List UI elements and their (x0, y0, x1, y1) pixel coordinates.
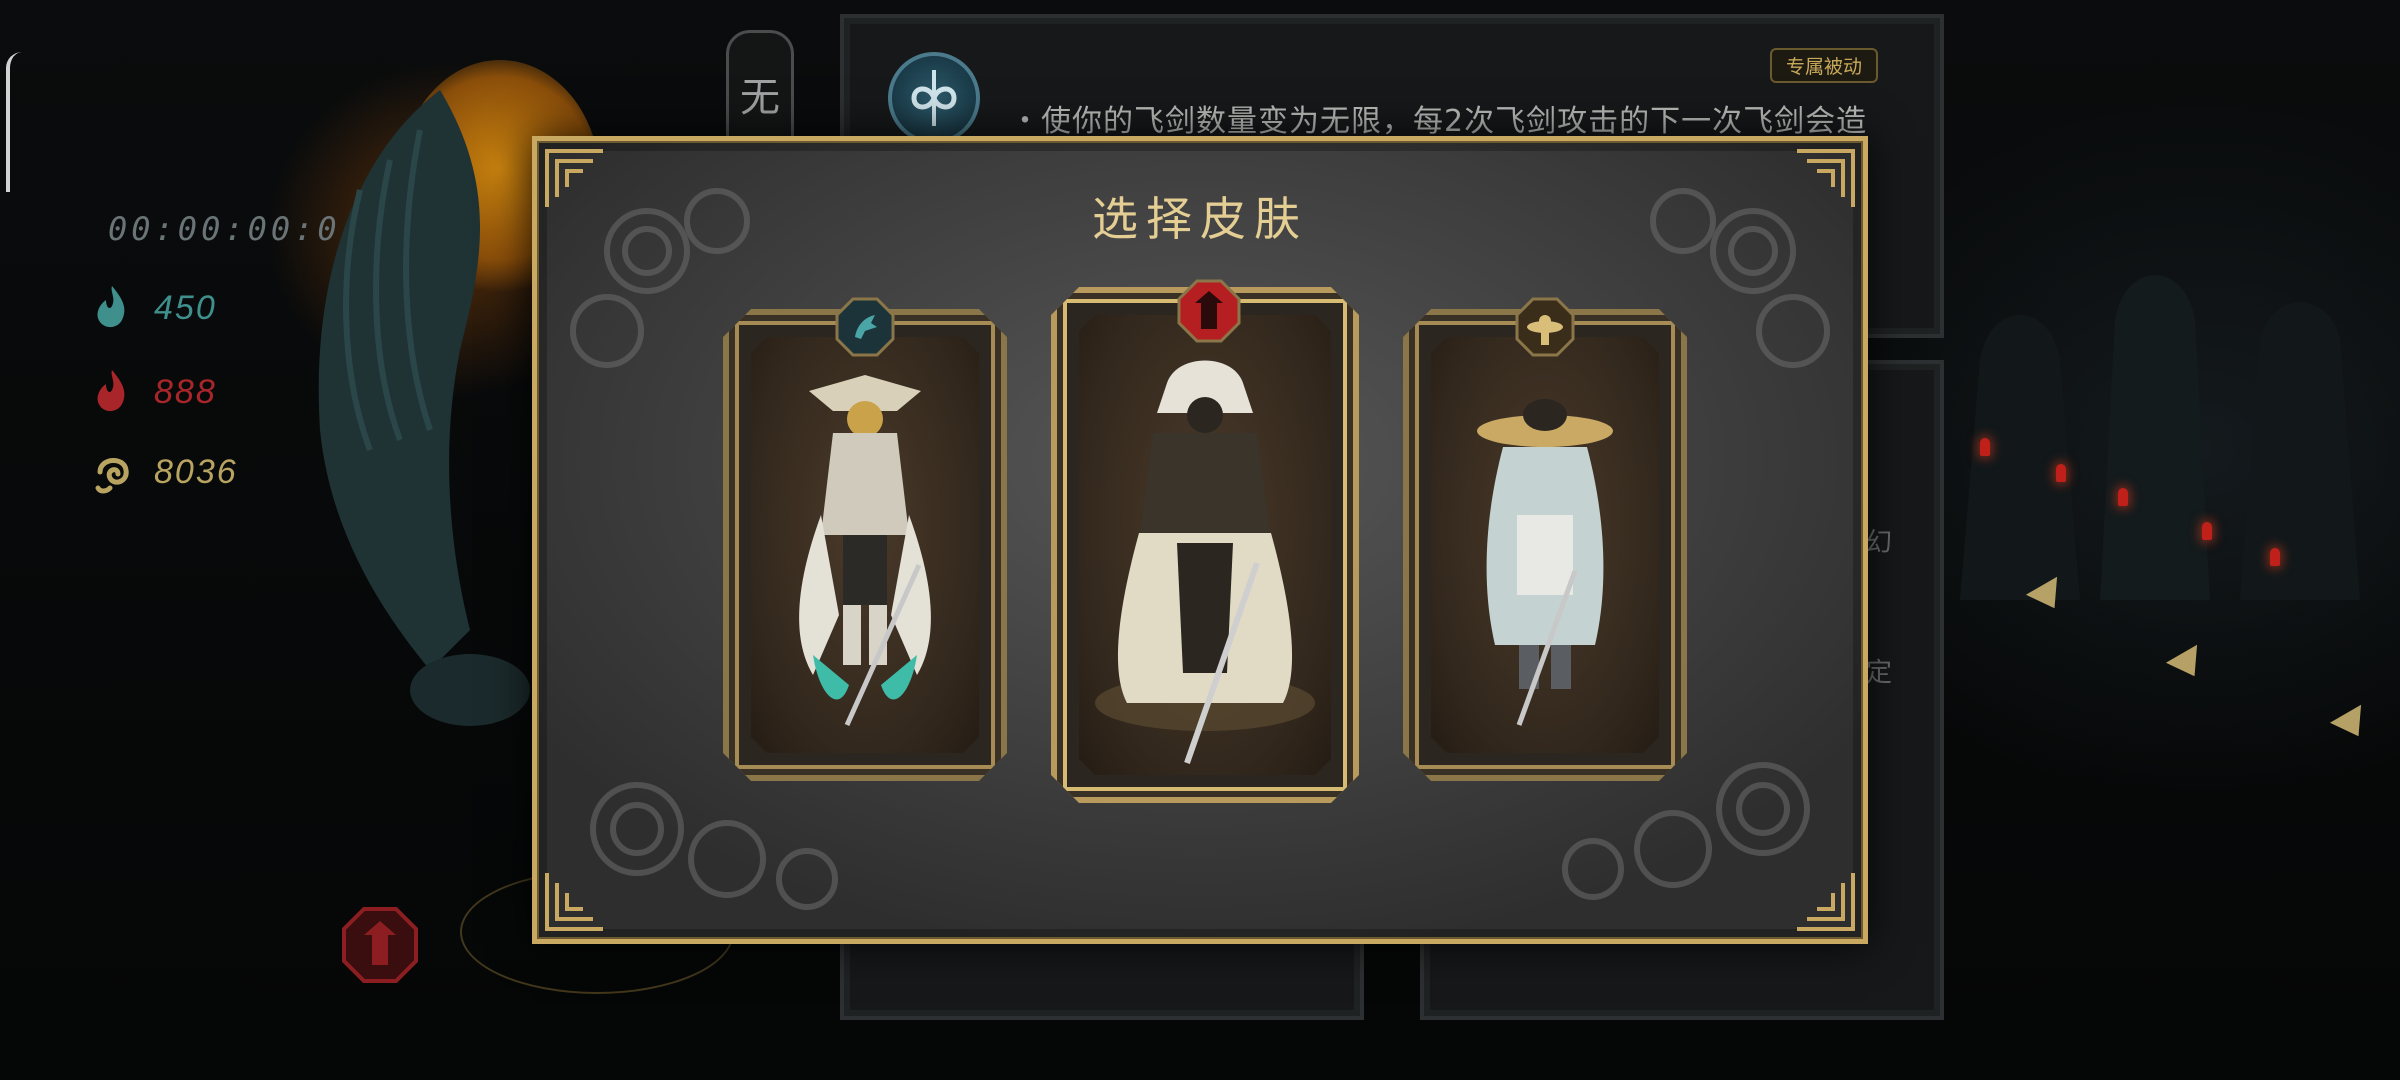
teal-flame-icon (97, 286, 125, 328)
candle-flame (2270, 548, 2280, 566)
corner-ornament (545, 873, 603, 931)
skin-card-straw-hat-wanderer[interactable] (1403, 309, 1687, 781)
red-crest-emblem-icon[interactable] (340, 905, 420, 985)
skin-card-feathered-knight[interactable] (723, 309, 1007, 781)
red-crest-emblem-icon (1177, 279, 1241, 343)
candle-flame (1980, 438, 1990, 456)
red-flame-icon (97, 370, 125, 412)
feathered-knight-figure (729, 315, 1001, 775)
gold-resource-value: 8036 (154, 452, 238, 491)
gold-hat-emblem-icon (1515, 297, 1575, 357)
winged-creature-statue (318, 90, 530, 726)
passive-description: ・使你的飞剑数量变为无限，每2次飞剑攻击的下一次飞剑会造 (1010, 104, 1868, 139)
side-text-1: 幻 (1866, 528, 1893, 558)
resource-row-teal: 450 (92, 284, 217, 332)
straw-hat-wanderer-figure (1409, 315, 1681, 775)
hooded-swordsman-figure (1057, 293, 1353, 797)
candle-flame (2202, 522, 2212, 540)
skin-select-dialog: 选择皮肤 (532, 136, 1868, 944)
side-text-2: 定 (1866, 658, 1893, 688)
exclusive-passive-tag: 专属被动 (1770, 48, 1879, 83)
dialog-title: 选择皮肤 (1092, 192, 1308, 246)
vertical-name-tab[interactable]: 无 (726, 30, 794, 150)
edge-swipe-handle[interactable] (6, 52, 24, 192)
run-timer: 00:00:00:0 (108, 210, 341, 248)
skin-card-hooded-swordsman[interactable] (1051, 287, 1359, 803)
corner-ornament (1797, 873, 1855, 931)
candle-flame (2118, 488, 2128, 506)
teal-horse-emblem-icon (835, 297, 895, 357)
resource-row-red: 888 (92, 368, 217, 416)
candle-flame (2056, 464, 2066, 482)
gold-swirl-icon (95, 458, 129, 494)
infinity-skill-icon (888, 52, 980, 144)
red-resource-value: 888 (154, 372, 217, 411)
teal-resource-value: 450 (154, 288, 217, 327)
resource-row-gold: 8036 (92, 448, 238, 496)
statue-silhouettes (1960, 275, 2360, 600)
